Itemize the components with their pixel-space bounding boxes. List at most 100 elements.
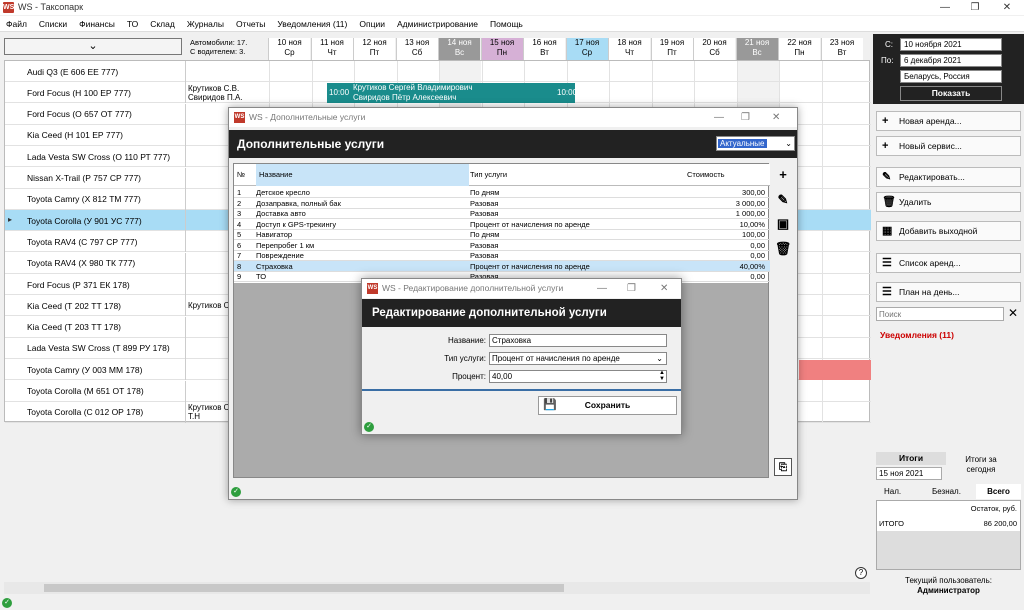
row-number: 3: [237, 209, 242, 218]
region-select[interactable]: Беларусь, Россия: [900, 70, 1002, 83]
menu-admin[interactable]: Администрирование: [391, 16, 484, 32]
day-header: 14 ноя Вс: [438, 38, 480, 60]
pencil-icon: ✎: [777, 192, 789, 207]
new-service-button[interactable]: + Новый сервис...: [876, 136, 1021, 156]
search-input[interactable]: [876, 307, 1004, 321]
menu-notifications[interactable]: Уведомления (11): [271, 16, 353, 32]
menu-warehouse[interactable]: Склад: [144, 16, 181, 32]
column-header[interactable]: Стоимость: [687, 164, 725, 186]
day-of-week: Чт: [327, 48, 337, 57]
maximize-button[interactable]: ❐: [960, 0, 990, 15]
menu-lists[interactable]: Списки: [33, 16, 73, 32]
horizontal-scrollbar[interactable]: [4, 582, 870, 594]
app-icon: WS: [234, 112, 245, 123]
row-number: 2: [237, 198, 242, 208]
calendar-icon: ▦: [882, 225, 893, 237]
menu-options[interactable]: Опции: [353, 16, 391, 32]
percent-stepper[interactable]: 40,00 ▲ ▼: [489, 370, 667, 383]
minimize-button[interactable]: —: [930, 0, 960, 15]
services-dialog-titlebar: WS WS - Дополнительные услуги — ❐ ✕: [229, 108, 797, 127]
table-row[interactable]: 4 Доступ к GPS-трекингу Процент от начисле…: [234, 219, 770, 230]
row-number: 5: [237, 230, 242, 239]
export-button[interactable]: ⎘: [774, 458, 792, 476]
show-button[interactable]: Показать: [900, 86, 1002, 101]
add-service-button[interactable]: +: [774, 166, 792, 184]
tab-cash[interactable]: Нал.: [884, 484, 901, 499]
day-header: 18 ноя Чт: [608, 38, 650, 60]
stepper-arrows-icon[interactable]: ▲ ▼: [659, 370, 665, 382]
alert-bar[interactable]: [799, 360, 871, 380]
services-dialog-header: Дополнительные услуги Актуальные ⌄: [229, 130, 797, 158]
table-header: № Название Тип услуги Стоимость: [234, 164, 770, 186]
column-header[interactable]: №: [237, 164, 245, 186]
table-row[interactable]: 1 Детское кресло По дням 300,00: [234, 187, 770, 198]
rent-list-button[interactable]: ☰ Список аренд...: [876, 253, 1021, 273]
to-date-input[interactable]: 6 декабря 2021: [900, 54, 1002, 67]
menu-reports[interactable]: Отчеты: [230, 16, 271, 32]
minimize-button[interactable]: —: [597, 279, 607, 298]
maximize-button[interactable]: ❐: [627, 279, 636, 298]
day-header: 19 ноя Пт: [650, 38, 693, 60]
service-cost: 100,00: [742, 230, 765, 239]
delete-service-button[interactable]: 🗑: [774, 240, 792, 258]
table-row[interactable]: 6 Перепробег 1 км Разовая 0,00: [234, 240, 770, 251]
filter-select[interactable]: Актуальные ⌄: [716, 136, 795, 151]
tab-noncash[interactable]: Безнал.: [932, 484, 961, 499]
edit-service-button[interactable]: ✎: [774, 191, 792, 209]
totals-today-label: Итоги за сегодня: [965, 455, 997, 474]
save-button[interactable]: 💾 Сохранить: [538, 396, 677, 415]
notifications-link[interactable]: Уведомления (11): [880, 330, 954, 340]
row-number: 6: [237, 240, 242, 250]
menu-to[interactable]: ТО: [121, 16, 144, 32]
car-name: Toyota Corolla (М 651 ОТ 178): [27, 386, 144, 396]
edit-dialog-title: WS - Редактирование дополнительной услуг…: [382, 283, 564, 293]
car-filter-dropdown[interactable]: ⌄: [4, 38, 182, 55]
day-header: 16 ноя Вт: [523, 38, 565, 60]
new-rent-button[interactable]: + Новая аренда...: [876, 111, 1021, 131]
close-button[interactable]: ✕: [772, 108, 780, 127]
menu-journals[interactable]: Журналы: [181, 16, 230, 32]
service-cost: 3 000,00: [735, 198, 765, 208]
table-row[interactable]: 2 Дозаправка, полный бак Разовая 3 000,00: [234, 198, 770, 209]
tab-total[interactable]: Всего: [976, 484, 1021, 499]
booking-bar[interactable]: 10:00 Крутиков Сергей Владимирович Свиридо…: [327, 83, 577, 103]
chevron-down-icon: ⌄: [656, 354, 663, 363]
service-type-select[interactable]: Процент от начисления по аренде ⌄: [489, 352, 667, 365]
current-user-label: Текущий пользователь:: [905, 576, 992, 585]
day-header: 23 ноя Вт: [820, 38, 863, 60]
clear-search-icon[interactable]: ✕: [1008, 306, 1018, 320]
delete-button[interactable]: 🗑 Удалить: [876, 192, 1021, 212]
car-name: Audi Q3 (Е 606 ЕЕ 777): [27, 66, 119, 77]
help-icon[interactable]: ?: [855, 567, 867, 579]
service-type-value: Процент от начисления по аренде: [492, 354, 620, 363]
table-row[interactable]: 8 Страховка Процент от начисления по аренд…: [234, 260, 770, 272]
day-plan-button[interactable]: ☰ План на день...: [876, 282, 1021, 302]
day-date: 16 ноя: [532, 38, 557, 47]
totals-tabs: Нал. Безнал. Всего: [876, 484, 1021, 499]
day-date: 11 ноя: [320, 38, 344, 47]
menu-file[interactable]: Файл: [0, 16, 33, 32]
menu-help[interactable]: Помощь: [484, 16, 529, 32]
column-header[interactable]: Название: [256, 164, 469, 186]
edit-button[interactable]: ✎ Редактировать...: [876, 167, 1021, 187]
totals-date-input[interactable]: 15 ноя 2021: [876, 467, 942, 480]
menu-finance[interactable]: Финансы: [73, 16, 121, 32]
day-of-week: Пт: [369, 48, 380, 57]
archive-service-button[interactable]: ▣: [774, 215, 792, 233]
minimize-button[interactable]: —: [714, 108, 724, 127]
edit-dialog-heading: Редактирование дополнительной услуги: [362, 299, 681, 327]
table-row[interactable]: 3 Доставка авто Разовая 1 000,00: [234, 208, 770, 219]
add-dayoff-button[interactable]: ▦ Добавить выходной: [876, 221, 1021, 241]
from-date-input[interactable]: 10 ноября 2021: [900, 38, 1002, 51]
rent-list-label: Список аренд...: [899, 258, 961, 268]
maximize-button[interactable]: ❐: [741, 108, 750, 127]
table-row[interactable]: Audi Q3 (Е 606 ЕЕ 777): [5, 61, 871, 82]
column-header[interactable]: Тип услуги: [470, 164, 507, 186]
table-row[interactable]: 7 Повреждение Разовая 0,00: [234, 250, 770, 261]
day-of-week: Пн: [496, 48, 508, 57]
close-button[interactable]: ✕: [660, 279, 668, 298]
scrollbar-thumb[interactable]: [44, 584, 564, 592]
table-row[interactable]: 5 Навигатор По дням 100,00: [234, 229, 770, 240]
close-button[interactable]: ✕: [992, 0, 1022, 15]
name-field[interactable]: Страховка: [489, 334, 667, 347]
